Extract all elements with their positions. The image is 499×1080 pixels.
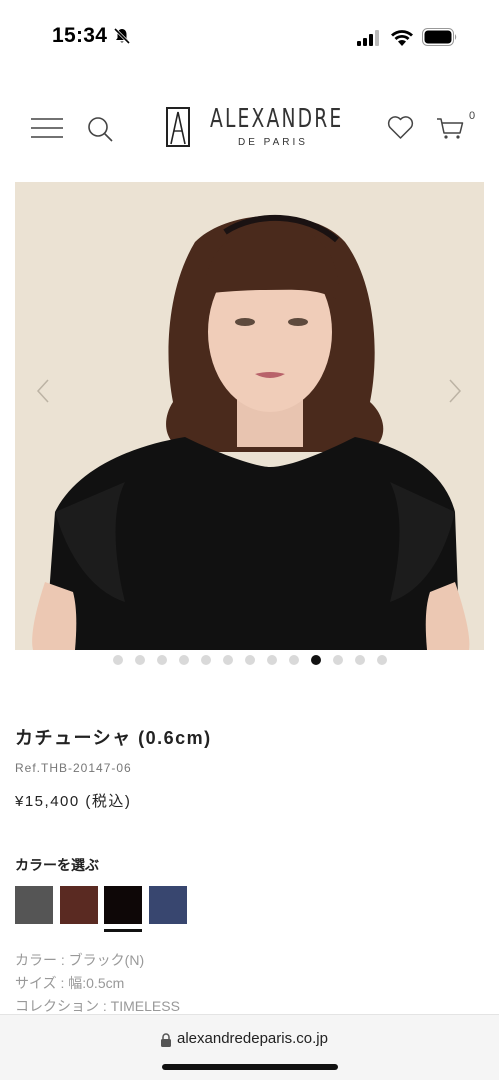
wishlist-heart-icon[interactable] (387, 116, 414, 140)
silent-bell-icon (113, 27, 131, 45)
color-swatch[interactable] (15, 886, 53, 924)
carousel-dot[interactable] (288, 655, 299, 665)
carousel-dot[interactable] (310, 655, 321, 665)
carousel-dot[interactable] (376, 655, 387, 665)
lock-icon (161, 1033, 171, 1047)
product-price: ¥15,400 (税込) (15, 793, 132, 810)
hamburger-menu-icon[interactable] (30, 116, 64, 140)
spec-color: カラー : ブラック(N) (15, 952, 145, 968)
spec-size: サイズ : 幅:0.5cm (15, 975, 125, 991)
model-photo (15, 182, 484, 650)
selected-swatch-indicator (104, 929, 142, 932)
carousel-dot[interactable] (332, 655, 343, 665)
carousel-dot[interactable] (244, 655, 255, 665)
carousel-dot[interactable] (354, 655, 365, 665)
wifi-icon (391, 30, 413, 46)
site-header: ALEXANDRE DE PARIS 0 (0, 96, 499, 160)
carousel-dot[interactable] (266, 655, 277, 665)
home-indicator[interactable] (162, 1064, 338, 1070)
carousel-dot[interactable] (156, 655, 167, 665)
carousel-dot[interactable] (200, 655, 211, 665)
next-image-arrow-icon[interactable] (448, 378, 462, 404)
color-swatch[interactable] (148, 886, 187, 924)
spec-collection: コレクション : TIMELESS (15, 998, 180, 1014)
brand-name[interactable]: ALEXANDRE (210, 104, 343, 134)
search-icon[interactable] (87, 116, 113, 142)
cart-count-badge: 0 (469, 110, 476, 122)
battery-icon (422, 28, 457, 46)
product-reference: Ref.THB-20147-06 (15, 761, 132, 775)
product-image[interactable] (15, 182, 484, 650)
carousel-dot[interactable] (134, 655, 145, 665)
carousel-dot[interactable] (222, 655, 233, 665)
carousel-pagination (0, 655, 499, 667)
color-swatch[interactable] (59, 886, 98, 924)
product-title: カチューシャ (0.6cm) (15, 728, 212, 748)
status-bar: 15:34 (0, 0, 499, 70)
color-swatch[interactable] (104, 886, 142, 924)
browser-address-bar[interactable] (0, 1014, 499, 1080)
previous-image-arrow-icon[interactable] (36, 378, 50, 404)
brand-logo-icon[interactable] (165, 106, 191, 148)
cellular-signal-icon (357, 30, 379, 46)
status-time: 15:34 (52, 24, 108, 47)
color-select-heading: カラーを選ぶ (15, 857, 99, 873)
cart-icon[interactable] (436, 116, 464, 140)
carousel-dot[interactable] (112, 655, 123, 665)
brand-subtitle: DE PARIS (238, 137, 308, 148)
carousel-dot[interactable] (178, 655, 189, 665)
url-text[interactable]: alexandredeparis.co.jp (177, 1030, 328, 1047)
